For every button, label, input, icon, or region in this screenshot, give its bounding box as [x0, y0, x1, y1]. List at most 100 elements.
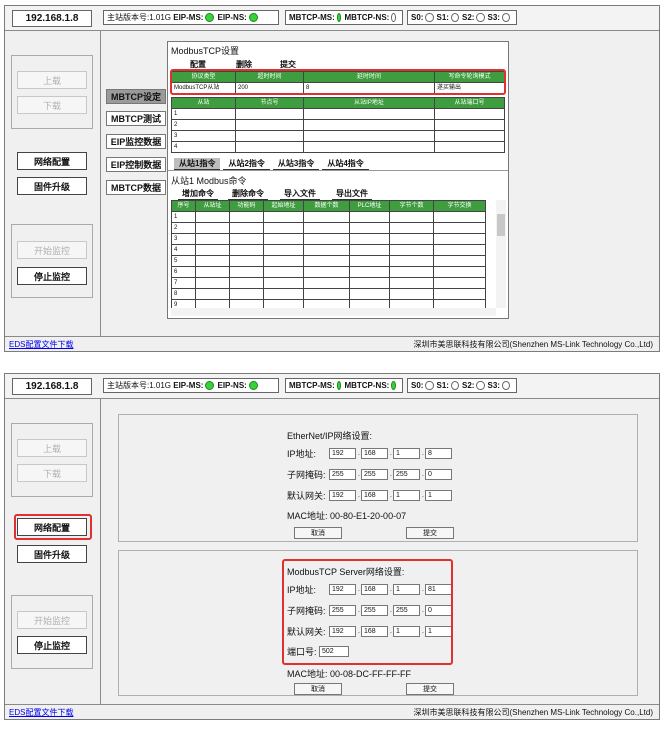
table-cell[interactable]: [195, 244, 230, 256]
network-config-button[interactable]: 网络配置: [17, 152, 87, 170]
config-button[interactable]: 配置: [182, 59, 214, 71]
table-cell[interactable]: [229, 288, 264, 300]
command-table-scrollbar[interactable]: [496, 200, 506, 308]
table-cell[interactable]: [195, 211, 230, 223]
tab-mbtcp-data[interactable]: MBTCP数据: [106, 180, 166, 195]
eip-ip-octet-2[interactable]: 168: [361, 448, 388, 459]
table-row[interactable]: 1: [171, 211, 486, 223]
mb-gw-octet-1[interactable]: 192: [329, 626, 356, 637]
mb-port-input[interactable]: 502: [319, 646, 349, 657]
mb-mask-octet-2[interactable]: 255: [361, 605, 388, 616]
table-cell[interactable]: [433, 244, 486, 256]
upload-button[interactable]: 上载: [17, 439, 87, 457]
delete-button[interactable]: 删除: [228, 59, 260, 71]
table-cell[interactable]: [389, 244, 434, 256]
scrollbar-thumb[interactable]: [497, 214, 505, 236]
table-cell[interactable]: [303, 244, 350, 256]
eip-gw-octet-1[interactable]: 192: [329, 490, 356, 501]
table-cell[interactable]: [389, 266, 434, 278]
stop-monitor-button[interactable]: 停止监控: [17, 267, 87, 285]
start-monitor-button[interactable]: 开始监控: [17, 241, 87, 259]
protocol-type-cell[interactable]: ModbusTCP从站: [171, 82, 236, 94]
eip-gw-octet-2[interactable]: 168: [361, 490, 388, 501]
write-poll-mode-cell[interactable]: 遂买输出: [434, 82, 505, 94]
table-cell[interactable]: [263, 255, 304, 267]
mb-gw-octet-3[interactable]: 1: [393, 626, 420, 637]
table-cell[interactable]: [195, 255, 230, 267]
table-cell[interactable]: [229, 277, 264, 289]
tab-eip-control-data[interactable]: EIP控制数据: [106, 157, 166, 172]
table-cell[interactable]: [195, 222, 230, 234]
timeout-cell[interactable]: 200: [235, 82, 304, 94]
add-command-button[interactable]: 增加命令: [178, 188, 218, 200]
table-cell[interactable]: [263, 277, 304, 289]
table-cell[interactable]: [434, 130, 505, 142]
mb-mask-octet-4[interactable]: 0: [425, 605, 452, 616]
eip-cancel-button[interactable]: 取消: [294, 527, 342, 539]
table-cell[interactable]: [434, 141, 505, 153]
table-cell[interactable]: [434, 108, 505, 120]
tab-eip-monitor-data[interactable]: EIP监控数据: [106, 134, 166, 149]
mb-ip-octet-3[interactable]: 1: [393, 584, 420, 595]
table-cell[interactable]: [303, 108, 435, 120]
table-cell[interactable]: [303, 277, 350, 289]
table-cell[interactable]: [434, 119, 505, 131]
download-button[interactable]: 下载: [17, 464, 87, 482]
import-file-button[interactable]: 导入文件: [280, 188, 320, 200]
table-cell[interactable]: [235, 141, 304, 153]
download-button[interactable]: 下载: [17, 96, 87, 114]
table-cell[interactable]: [389, 222, 434, 234]
table-row[interactable]: 2: [171, 222, 486, 234]
table-cell[interactable]: [433, 233, 486, 245]
tab-slave3-commands[interactable]: 从站3指令: [272, 158, 320, 170]
table-row[interactable]: 4: [171, 244, 486, 256]
firmware-upgrade-button[interactable]: 固件升级: [17, 545, 87, 563]
eip-mask-octet-2[interactable]: 255: [361, 469, 388, 480]
table-cell[interactable]: [303, 119, 435, 131]
table-cell[interactable]: [263, 211, 304, 223]
table-cell[interactable]: [263, 244, 304, 256]
table-cell[interactable]: [303, 266, 350, 278]
table-cell[interactable]: [303, 233, 350, 245]
table-cell[interactable]: [229, 244, 264, 256]
eds-download-link[interactable]: EDS配置文件下载: [9, 339, 73, 350]
table-cell[interactable]: [303, 288, 350, 300]
table-row[interactable]: 2: [171, 119, 505, 131]
table-cell[interactable]: [229, 266, 264, 278]
tab-mbtcp-test[interactable]: MBTCP测试: [106, 111, 166, 126]
mb-gw-octet-4[interactable]: 1: [425, 626, 452, 637]
table-cell[interactable]: [229, 255, 264, 267]
table-cell[interactable]: [195, 277, 230, 289]
upload-button[interactable]: 上载: [17, 71, 87, 89]
eip-ip-octet-3[interactable]: 1: [393, 448, 420, 459]
table-cell[interactable]: [433, 266, 486, 278]
table-cell[interactable]: [263, 233, 304, 245]
firmware-upgrade-button[interactable]: 固件升级: [17, 177, 87, 195]
horizontal-scrollbar[interactable]: [171, 308, 496, 316]
mb-ip-octet-1[interactable]: 192: [329, 584, 356, 595]
table-cell[interactable]: [303, 211, 350, 223]
tab-mbtcp-settings[interactable]: MBTCP设定: [106, 89, 166, 104]
table-cell[interactable]: [349, 255, 390, 267]
table-row[interactable]: 7: [171, 277, 486, 289]
delete-command-button[interactable]: 删除命令: [228, 188, 268, 200]
submit-button[interactable]: 提交: [272, 59, 304, 71]
mb-submit-button[interactable]: 提交: [406, 683, 454, 695]
table-cell[interactable]: [235, 119, 304, 131]
tab-slave1-commands[interactable]: 从站1指令: [174, 158, 221, 170]
mb-mask-octet-1[interactable]: 255: [329, 605, 356, 616]
table-cell[interactable]: [235, 108, 304, 120]
table-cell[interactable]: [349, 244, 390, 256]
table-cell[interactable]: [389, 233, 434, 245]
table-cell[interactable]: [195, 288, 230, 300]
table-cell[interactable]: [195, 266, 230, 278]
eip-mask-octet-1[interactable]: 255: [329, 469, 356, 480]
table-cell[interactable]: [433, 211, 486, 223]
table-row[interactable]: 6: [171, 266, 486, 278]
table-cell[interactable]: [303, 222, 350, 234]
mb-cancel-button[interactable]: 取消: [294, 683, 342, 695]
table-cell[interactable]: [349, 266, 390, 278]
table-cell[interactable]: [229, 233, 264, 245]
mb-ip-octet-2[interactable]: 168: [361, 584, 388, 595]
tab-slave4-commands[interactable]: 从站4指令: [322, 158, 369, 170]
